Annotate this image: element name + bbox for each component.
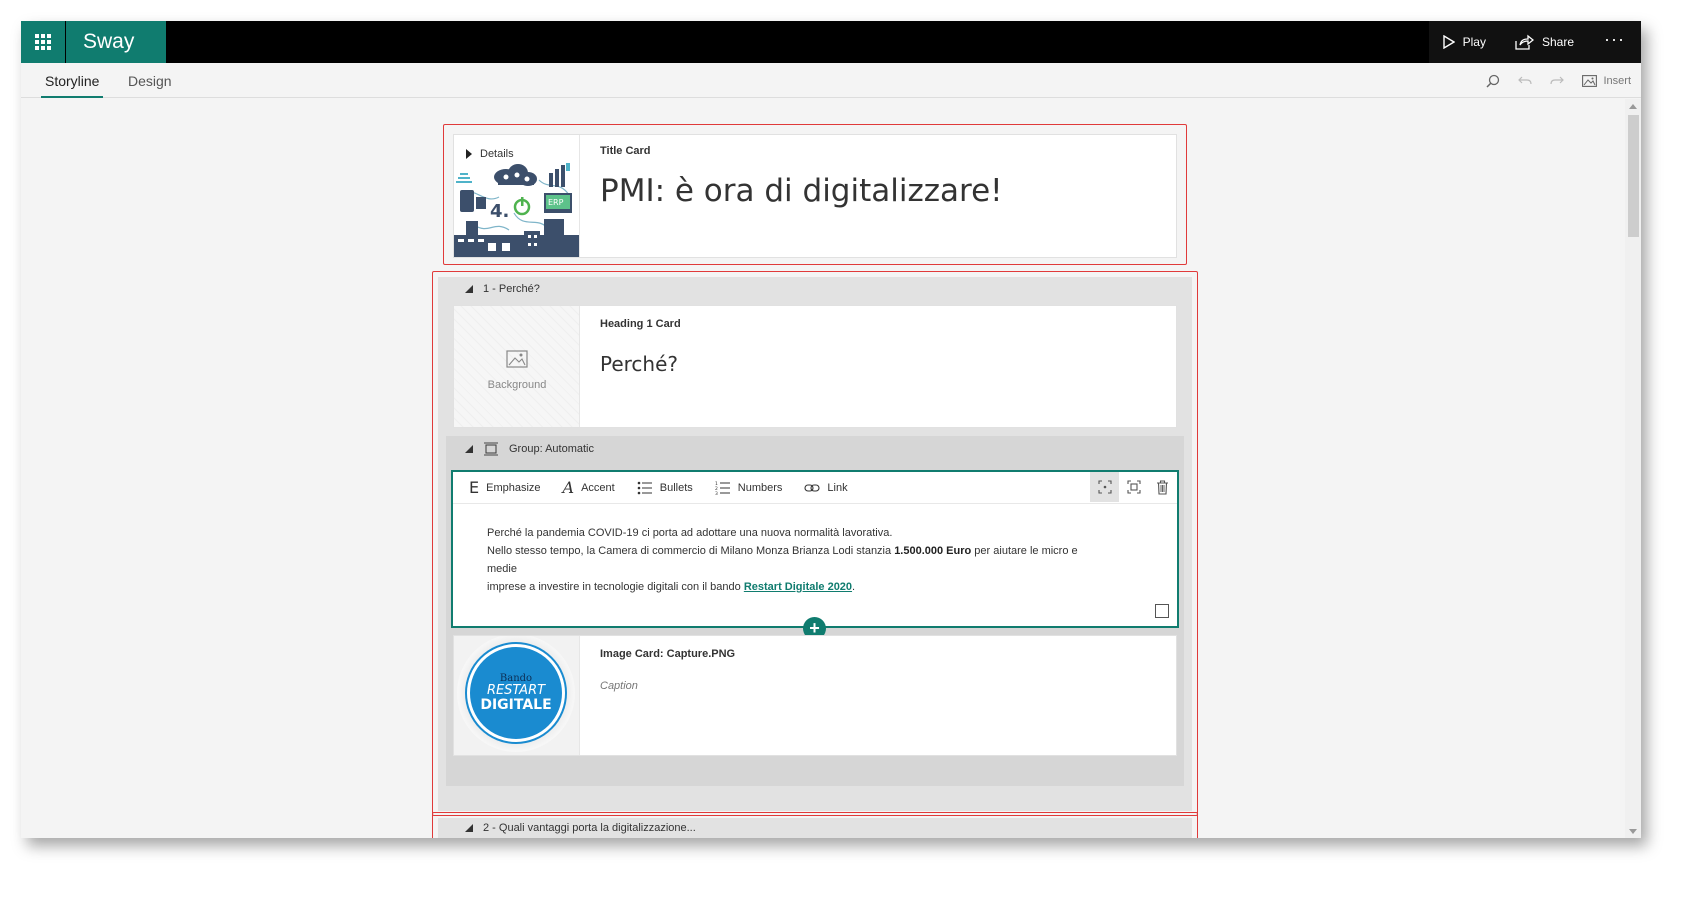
share-button[interactable]: Share xyxy=(1500,21,1588,63)
app-launcher-button[interactable] xyxy=(21,21,65,63)
accent-button[interactable]: A Accent xyxy=(563,478,615,497)
group-icon xyxy=(484,442,498,456)
amount-bold: 1.500.000 Euro xyxy=(894,545,972,557)
tab-bar: Storyline Design Insert xyxy=(21,63,1641,98)
badge-line-2: RESTART xyxy=(486,683,546,698)
search-button[interactable] xyxy=(1486,74,1500,88)
redo-icon xyxy=(1550,76,1565,84)
app-name[interactable]: Sway xyxy=(66,21,166,63)
restart-digitale-link[interactable]: Restart Digitale 2020 xyxy=(744,581,852,593)
link-icon xyxy=(804,483,820,492)
trash-icon xyxy=(1157,479,1168,495)
bando-restart-digitale-logo: Bando RESTART DIGITALE xyxy=(457,636,575,752)
section-1-header[interactable]: 1 - Perché? xyxy=(465,283,540,295)
bullets-button[interactable]: Bullets xyxy=(637,481,693,495)
insert-button[interactable]: Insert xyxy=(1582,75,1631,87)
section-2-header[interactable]: 2 - Quali vantaggi porta la digitalizzaz… xyxy=(465,822,696,834)
insert-image-icon xyxy=(1582,74,1598,87)
text-line-2: Nello stesso tempo, la Camera di commerc… xyxy=(487,545,1078,575)
emphasize-button[interactable]: E Emphasize xyxy=(469,478,541,497)
section-2-label: 2 - Quali vantaggi porta la digitalizzaz… xyxy=(483,822,696,834)
expand-arrow-icon xyxy=(466,149,472,159)
undo-button[interactable] xyxy=(1518,75,1533,87)
vertical-scrollbar[interactable] xyxy=(1625,99,1641,838)
accent-icon: A xyxy=(562,478,575,497)
badge-line-3: DIGITALE xyxy=(480,697,552,713)
svg-text:3: 3 xyxy=(715,491,718,495)
text-card-editor[interactable]: E Emphasize A Accent Bullets 123 Numbers… xyxy=(451,470,1179,628)
toolbar: Insert xyxy=(1486,63,1631,98)
search-icon xyxy=(1486,74,1500,88)
details-label: Details xyxy=(480,148,514,160)
tab-storyline[interactable]: Storyline xyxy=(41,63,104,98)
accent-label: Accent xyxy=(581,481,615,494)
emphasis-checkbox[interactable] xyxy=(1155,604,1169,618)
text-line-3: imprese a investire in tecnologie digita… xyxy=(487,581,856,593)
card-title-text[interactable]: PMI: è ora di digitalizzare! xyxy=(600,173,1003,209)
sway-window: Sway Play Share ··· Storyline Design Ins… xyxy=(21,21,1641,838)
card-type-label: Image Card: Capture.PNG xyxy=(600,648,736,660)
tab-design[interactable]: Design xyxy=(128,63,172,98)
numbers-icon: 123 xyxy=(715,481,730,495)
undo-icon xyxy=(1518,76,1533,84)
app-header: Sway Play Share ··· xyxy=(21,21,1641,63)
svg-text:4.: 4. xyxy=(490,201,509,222)
section-1-label: 1 - Perché? xyxy=(483,283,540,295)
scroll-thumb[interactable] xyxy=(1628,115,1639,237)
background-placeholder[interactable]: Background xyxy=(454,306,580,427)
share-label: Share xyxy=(1541,35,1575,49)
link-label: Link xyxy=(827,481,848,494)
image-card[interactable]: Bando RESTART DIGITALE Image Card: Captu… xyxy=(453,635,1177,756)
focus-point-icon xyxy=(1097,480,1112,494)
header-actions: Play Share ··· xyxy=(1428,21,1641,63)
fit-button[interactable] xyxy=(1119,472,1148,502)
collapse-arrow-icon xyxy=(465,285,473,293)
play-button[interactable]: Play xyxy=(1429,21,1500,63)
redo-button[interactable] xyxy=(1550,75,1565,87)
group-header[interactable]: Group: Automatic xyxy=(465,442,594,456)
heading-card[interactable]: Background Heading 1 Card Perché? xyxy=(453,305,1177,428)
more-options-button[interactable]: ··· xyxy=(1588,21,1641,63)
card-actions xyxy=(1090,472,1177,504)
collapse-arrow-icon xyxy=(465,824,473,832)
fit-icon xyxy=(1126,480,1141,494)
card-type-label: Heading 1 Card xyxy=(600,318,681,330)
card-type-label: Title Card xyxy=(600,145,651,157)
numbers-label: Numbers xyxy=(737,481,783,494)
image-card-thumbnail[interactable]: Bando RESTART DIGITALE xyxy=(454,636,580,755)
bullets-icon xyxy=(637,481,652,494)
focus-point-button[interactable] xyxy=(1090,472,1119,502)
background-label: Background xyxy=(487,379,547,391)
collapse-arrow-icon xyxy=(465,445,473,453)
play-icon xyxy=(1442,35,1455,49)
play-label: Play xyxy=(1462,35,1486,49)
numbers-button[interactable]: 123 Numbers xyxy=(715,481,783,495)
emphasize-icon: E xyxy=(469,478,480,497)
group-label: Group: Automatic xyxy=(509,443,594,455)
share-icon xyxy=(1515,34,1534,50)
text-card-content[interactable]: Perché la pandemia COVID-19 ci porta ad … xyxy=(487,524,1107,596)
scroll-down-arrow-icon[interactable] xyxy=(1629,829,1637,834)
title-card-thumbnail[interactable]: 4. ERP Details xyxy=(454,135,580,257)
delete-button[interactable] xyxy=(1148,472,1177,502)
details-toggle[interactable]: Details xyxy=(466,147,518,161)
scroll-up-arrow-icon[interactable] xyxy=(1629,104,1637,109)
format-toolbar: E Emphasize A Accent Bullets 123 Numbers… xyxy=(453,472,1177,504)
image-placeholder-icon xyxy=(506,350,528,368)
link-button[interactable]: Link xyxy=(804,481,848,494)
card-title-text[interactable]: Perché? xyxy=(600,352,678,376)
emphasize-label: Emphasize xyxy=(486,481,541,494)
caption-field[interactable]: Caption xyxy=(600,680,638,692)
insert-label: Insert xyxy=(1603,74,1631,87)
bullets-label: Bullets xyxy=(659,481,693,494)
waffle-icon xyxy=(35,34,51,50)
text-line-1: Perché la pandemia COVID-19 ci porta ad … xyxy=(487,527,893,539)
title-card[interactable]: 4. ERP Details Title Card PMI: è ora di … xyxy=(453,134,1177,258)
svg-text:ERP: ERP xyxy=(548,198,564,207)
